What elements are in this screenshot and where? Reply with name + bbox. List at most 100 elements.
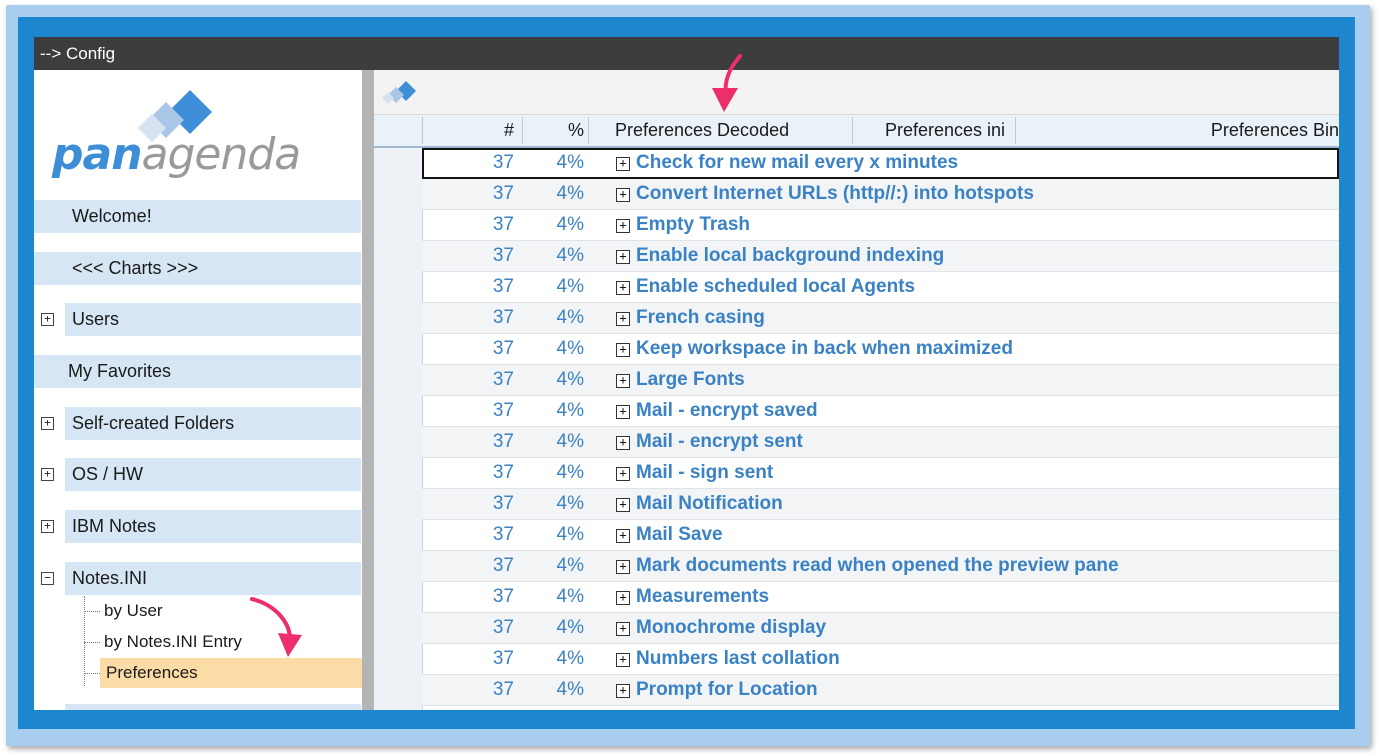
count-cell: 37 xyxy=(492,152,514,173)
preference-label[interactable]: Empty Trash xyxy=(636,214,750,235)
percent-cell: 4% xyxy=(556,586,584,607)
os-hw-expander[interactable]: + xyxy=(34,458,64,491)
table-row[interactable]: 37 4% + Measurements xyxy=(422,582,1339,613)
column-header-count[interactable]: # xyxy=(422,115,514,146)
expand-icon[interactable]: + xyxy=(616,157,630,171)
preference-label[interactable]: Large Fonts xyxy=(636,369,745,390)
panel-splitter[interactable] xyxy=(362,70,374,710)
table-row[interactable]: 37 4% + Mail - sign sent xyxy=(422,458,1339,489)
expand-icon[interactable]: + xyxy=(616,188,630,202)
table-row[interactable]: 37 4% + Enable scheduled local Agents xyxy=(422,272,1339,303)
sidebar-item-charts[interactable]: <<< Charts >>> xyxy=(34,252,361,285)
expand-icon[interactable]: + xyxy=(616,622,630,636)
table-row[interactable]: 37 4% + French casing xyxy=(422,303,1339,334)
sidebar-item-my-favorites[interactable]: My Favorites xyxy=(34,355,361,388)
table-row[interactable]: 37 4% + Mark documents read when opened the… xyxy=(422,551,1339,582)
tree-item-by-user[interactable]: by User xyxy=(104,596,163,626)
sidebar-item-next[interactable] xyxy=(65,704,361,710)
expand-icon[interactable]: + xyxy=(616,374,630,388)
percent-cell: 4% xyxy=(556,617,584,638)
sidebar-item-welcome[interactable]: Welcome! xyxy=(34,200,361,233)
count-cell: 37 xyxy=(492,648,514,669)
expand-icon[interactable]: + xyxy=(616,281,630,295)
preference-cell: + Mail - sign sent xyxy=(616,458,773,488)
preference-label[interactable]: Mark documents read when opened the prev… xyxy=(636,555,1119,576)
self-created-folders-expander[interactable]: + xyxy=(34,407,64,440)
sidebar-item-users[interactable]: Users xyxy=(65,303,361,336)
preference-label[interactable]: Enable scheduled local Agents xyxy=(636,276,915,297)
table-row[interactable]: 37 4% + Mail Notification xyxy=(422,489,1339,520)
preference-label[interactable]: Mail - encrypt sent xyxy=(636,431,803,452)
sidebar-item-notes-ini[interactable]: Notes.INI xyxy=(65,562,361,595)
percent-cell: 4% xyxy=(556,152,584,173)
preference-label[interactable]: Enable local background indexing xyxy=(636,245,944,266)
table-row[interactable]: 37 4% + Mail Save xyxy=(422,520,1339,551)
expand-icon[interactable]: + xyxy=(616,529,630,543)
column-header-percent[interactable]: % xyxy=(522,115,584,146)
expand-icon[interactable]: + xyxy=(616,653,630,667)
expand-icon[interactable]: + xyxy=(616,219,630,233)
preference-label[interactable]: Check for new mail every x minutes xyxy=(636,152,958,173)
preference-label[interactable]: French casing xyxy=(636,307,765,328)
users-expander[interactable]: + xyxy=(34,303,64,336)
table-header: # % Preferences Decoded Preferences ini … xyxy=(374,115,1339,148)
table-row[interactable]: 37 4% + Mail - encrypt sent xyxy=(422,427,1339,458)
count-cell: 37 xyxy=(492,617,514,638)
tree-item-by-notes-ini-entry[interactable]: by Notes.INI Entry xyxy=(104,627,242,657)
preference-cell: + Mark documents read when opened the pre… xyxy=(616,551,1119,581)
expand-icon[interactable]: + xyxy=(616,591,630,605)
preference-label[interactable]: Mail Notification xyxy=(636,493,783,514)
table-row[interactable]: 37 4% + Enable local background indexing xyxy=(422,241,1339,272)
expand-icon[interactable]: + xyxy=(616,312,630,326)
expand-icon: + xyxy=(41,417,54,430)
count-cell: 37 xyxy=(492,679,514,700)
sidebar-item-os-hw[interactable]: OS / HW xyxy=(65,458,361,491)
count-cell: 37 xyxy=(492,214,514,235)
ibm-notes-expander[interactable]: + xyxy=(34,510,64,543)
column-separator xyxy=(1015,117,1016,144)
notes-ini-expander[interactable]: − xyxy=(34,562,64,595)
expand-icon[interactable]: + xyxy=(616,498,630,512)
tree-item-preferences[interactable]: Preferences xyxy=(100,658,367,688)
table-row[interactable]: 37 4% + Convert Internet URLs (http//:) int… xyxy=(422,179,1339,210)
table-row[interactable]: 37 4% + Prompt for Location xyxy=(422,675,1339,706)
table-row[interactable]: 37 4% + Large Fonts xyxy=(422,365,1339,396)
table-row[interactable]: 37 4% + Numbers last collation xyxy=(422,644,1339,675)
preference-label[interactable]: Mail - encrypt saved xyxy=(636,400,818,421)
preference-cell: + Mail Save xyxy=(616,520,723,550)
preference-label[interactable]: Prompt for Location xyxy=(636,679,818,700)
preference-cell: + Mail Notification xyxy=(616,489,783,519)
expand-icon[interactable]: + xyxy=(616,405,630,419)
percent-cell: 4% xyxy=(556,555,584,576)
panagenda-logo: panagenda xyxy=(52,86,342,186)
table-row[interactable]: 37 4% + Keep workspace in back when maximiz… xyxy=(422,334,1339,365)
preference-label[interactable]: Monochrome display xyxy=(636,617,826,638)
expand-icon[interactable]: + xyxy=(616,467,630,481)
preference-label[interactable]: Convert Internet URLs (http//:) into hot… xyxy=(636,183,1034,204)
table-row[interactable]: 37 4% + Empty Trash xyxy=(422,210,1339,241)
sidebar-item-self-created-folders[interactable]: Self-created Folders xyxy=(65,407,361,440)
panagenda-diamonds-icon[interactable] xyxy=(380,79,416,105)
sidebar-item-ibm-notes[interactable]: IBM Notes xyxy=(65,510,361,543)
table-row[interactable]: 37 4% + Check for new mail every x minutes xyxy=(422,148,1339,179)
percent-cell: 4% xyxy=(556,276,584,297)
preference-cell: + Numbers last collation xyxy=(616,644,840,674)
preference-label[interactable]: Numbers last collation xyxy=(636,648,840,669)
preference-label[interactable]: Mail Save xyxy=(636,524,723,545)
expand-icon[interactable]: + xyxy=(616,343,630,357)
expand-icon: + xyxy=(41,520,54,533)
table-row[interactable]: 37 4% + Mail - encrypt saved xyxy=(422,396,1339,427)
preference-cell: + Mail - encrypt sent xyxy=(616,427,803,457)
table-row[interactable]: 37 4% + Monochrome display xyxy=(422,613,1339,644)
expand-icon[interactable]: + xyxy=(616,436,630,450)
column-header-preferences-ini[interactable]: Preferences ini xyxy=(885,115,1015,146)
preference-label[interactable]: Keep workspace in back when maximized xyxy=(636,338,1013,359)
count-cell: 37 xyxy=(492,586,514,607)
column-header-preferences-bin[interactable]: Preferences Bin xyxy=(1154,115,1339,146)
expand-icon[interactable]: + xyxy=(616,560,630,574)
preference-label[interactable]: Mail - sign sent xyxy=(636,462,773,483)
preference-label[interactable]: Measurements xyxy=(636,586,769,607)
expand-icon[interactable]: + xyxy=(616,250,630,264)
expand-icon[interactable]: + xyxy=(616,684,630,698)
pointer-arrow-icon xyxy=(250,597,302,657)
